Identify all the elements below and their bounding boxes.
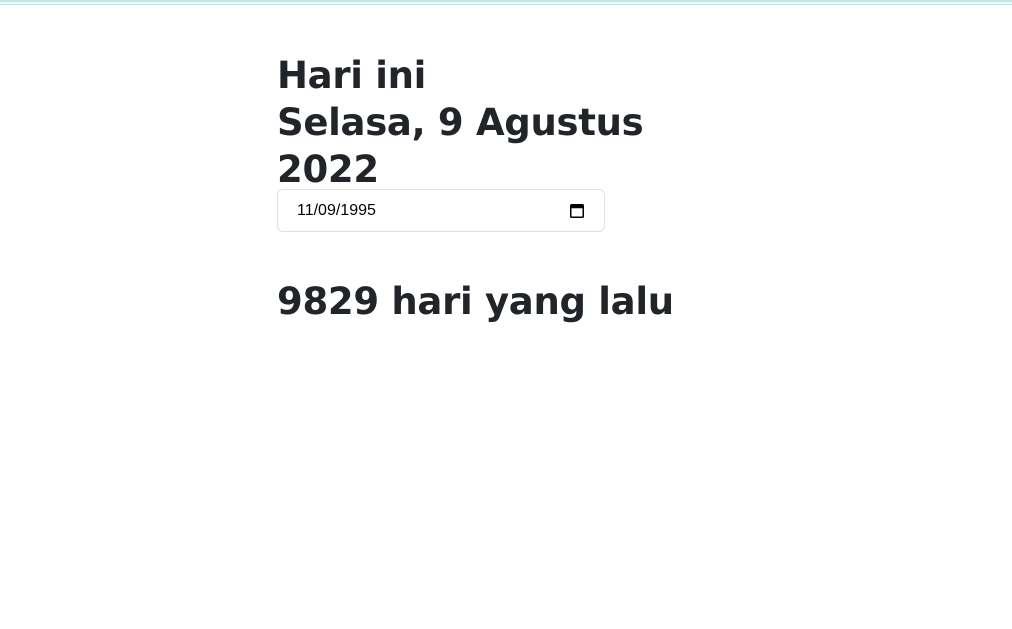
today-label: Hari ini [277, 54, 427, 97]
birth-date-input[interactable]: 11/09/1995 [277, 189, 605, 232]
top-border-bar [0, 0, 1012, 5]
today-date: Selasa, 9 Agustus 2022 [277, 101, 644, 191]
date-input-value[interactable]: 11/09/1995 [297, 202, 569, 220]
today-heading: Hari ini Selasa, 9 Agustus 2022 [277, 52, 737, 193]
days-ago-result: 9829 hari yang lalu [277, 280, 674, 323]
main-content: Hari ini Selasa, 9 Agustus 2022 11/09/19… [277, 52, 737, 323]
calendar-icon[interactable] [569, 203, 585, 219]
